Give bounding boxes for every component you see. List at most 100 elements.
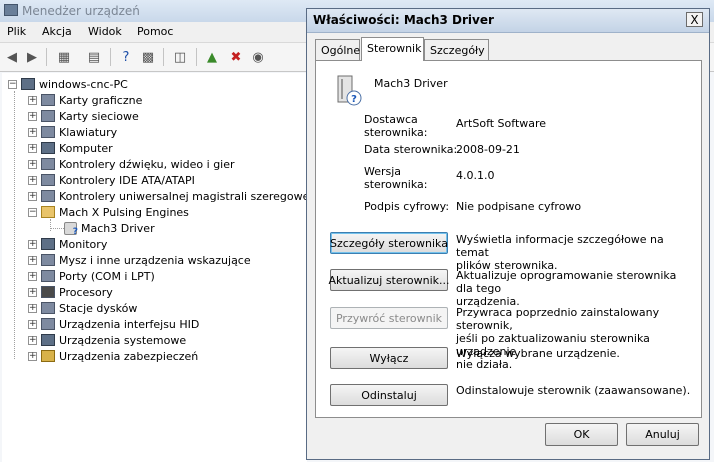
- action-pane-icon[interactable]: ▩: [140, 49, 156, 65]
- scan-hardware-icon[interactable]: ◫: [172, 49, 188, 65]
- keyboard-icon: [41, 126, 55, 138]
- tree-item-label: Porty (COM i LPT): [59, 269, 155, 283]
- disable-device-description: Wyłącza wybrane urządzenie.: [456, 347, 691, 360]
- tab-ogolne[interactable]: Ogólne: [315, 39, 360, 60]
- collapse-toggle[interactable]: −: [8, 79, 17, 89]
- expand-toggle[interactable]: +: [28, 95, 37, 105]
- expand-toggle[interactable]: +: [28, 111, 37, 121]
- tree-item-procesory[interactable]: + Procesory: [28, 284, 113, 300]
- tree-item-kontrolery-dzwieku[interactable]: + Kontrolery dźwięku, wideo i gier: [28, 156, 235, 172]
- menu-pomoc[interactable]: Pomoc: [137, 25, 173, 38]
- version-value: 4.0.1.0: [456, 169, 495, 182]
- unknown-device-icon: ?: [337, 75, 362, 106]
- expand-toggle[interactable]: +: [28, 175, 37, 185]
- tree-item-label: Urządzenia systemowe: [59, 333, 187, 347]
- toolbar-separator: [110, 48, 111, 66]
- tree-root-label: windows-cnc-PC: [39, 77, 128, 91]
- tree-item-label: Procesory: [59, 285, 113, 299]
- properties-dialog: Właściwości: Mach3 Driver X Ogólne Stero…: [306, 8, 710, 460]
- tree-item-label: Mach X Pulsing Engines: [59, 205, 189, 219]
- tree-item-label: Mysz i inne urządzenia wskazujące: [59, 253, 251, 267]
- expand-toggle[interactable]: +: [28, 191, 37, 201]
- tree-item-kontrolery-usb[interactable]: + Kontrolery uniwersalnej magistrali sze…: [28, 188, 312, 204]
- device-name: Mach3 Driver: [374, 77, 448, 90]
- hid-icon: [41, 318, 55, 330]
- tree-item-mach-x-pulsing-engines[interactable]: − Mach X Pulsing Engines: [28, 204, 189, 220]
- network-adapter-icon: [41, 110, 55, 122]
- expand-toggle[interactable]: +: [28, 255, 37, 265]
- expand-toggle[interactable]: +: [28, 287, 37, 297]
- tree-item-kontrolery-ide[interactable]: + Kontrolery IDE ATA/ATAPI: [28, 172, 195, 188]
- description-line: Odinstalowuje sterownik (zaawansowane).: [456, 384, 691, 397]
- dialog-title-bar[interactable]: Właściwości: Mach3 Driver X: [307, 9, 709, 33]
- properties-icon[interactable]: ▤: [86, 49, 102, 65]
- tree-item-label: Komputer: [59, 141, 113, 155]
- signer-label: Podpis cyfrowy:: [364, 200, 450, 213]
- tree-root[interactable]: − windows-cnc-PC: [8, 76, 128, 92]
- expand-toggle[interactable]: +: [28, 143, 37, 153]
- version-label-line1: Wersja: [364, 165, 402, 178]
- expand-toggle[interactable]: +: [28, 319, 37, 329]
- disable-device-button[interactable]: Wyłącz: [330, 347, 448, 369]
- expand-toggle[interactable]: +: [28, 351, 37, 361]
- menu-widok[interactable]: Widok: [88, 25, 122, 38]
- forward-arrow-icon[interactable]: ▶: [24, 49, 40, 65]
- tree-item-label: Kontrolery dźwięku, wideo i gier: [59, 157, 235, 171]
- tree-item-karty-sieciowe[interactable]: + Karty sieciowe: [28, 108, 139, 124]
- expand-toggle[interactable]: +: [28, 335, 37, 345]
- tab-szczegoly[interactable]: Szczegóły: [424, 39, 489, 60]
- expand-toggle[interactable]: +: [28, 159, 37, 169]
- expand-toggle[interactable]: +: [28, 303, 37, 313]
- tree-item-monitory[interactable]: + Monitory: [28, 236, 107, 252]
- menu-plik[interactable]: Plik: [7, 25, 26, 38]
- unknown-device-icon: [64, 221, 78, 237]
- tree-item-porty[interactable]: + Porty (COM i LPT): [28, 268, 155, 284]
- device-tree: − windows-cnc-PC + Karty graficzne + Kar…: [2, 73, 312, 462]
- help-icon[interactable]: ?: [118, 49, 134, 65]
- driver-tab-panel: ? Mach3 Driver Dostawca sterownika: ArtS…: [315, 60, 702, 418]
- tree-item-hid[interactable]: + Urządzenia interfejsu HID: [28, 316, 199, 332]
- close-button[interactable]: X: [686, 12, 703, 27]
- toolbar-separator: [163, 48, 164, 66]
- rollback-driver-button[interactable]: Przywróć sterownik: [330, 307, 448, 329]
- expand-toggle[interactable]: +: [28, 239, 37, 249]
- provider-label-line1: Dostawca: [364, 113, 418, 126]
- tree-item-urzadzenia-zabezpieczen[interactable]: + Urządzenia zabezpieczeń: [28, 348, 198, 364]
- expand-toggle[interactable]: +: [28, 127, 37, 137]
- disk-icon: [41, 302, 55, 314]
- collapse-toggle[interactable]: −: [28, 207, 37, 217]
- signer-value: Nie podpisane cyfrowo: [456, 200, 582, 213]
- uninstall-button[interactable]: Odinstaluj: [330, 384, 448, 406]
- tree-item-label: Urządzenia interfejsu HID: [59, 317, 200, 331]
- back-arrow-icon[interactable]: ◀: [4, 49, 20, 65]
- tree-item-label: Mach3 Driver: [81, 221, 155, 235]
- toolbar-separator: [196, 48, 197, 66]
- driver-details-button[interactable]: Szczegóły sterownika: [330, 232, 448, 254]
- tree-item-label: Karty graficzne: [59, 93, 143, 107]
- ok-button[interactable]: OK: [545, 423, 618, 446]
- tree-item-mach3-driver[interactable]: Mach3 Driver: [64, 220, 155, 237]
- display-adapter-icon: [41, 94, 55, 106]
- expand-toggle[interactable]: +: [28, 271, 37, 281]
- usb-icon: [41, 190, 55, 202]
- tree-item-karty-graficzne[interactable]: + Karty graficzne: [28, 92, 142, 108]
- svg-text:?: ?: [351, 94, 357, 105]
- disable-device-icon[interactable]: ◉: [250, 49, 266, 65]
- show-hide-tree-icon[interactable]: ▦: [56, 49, 72, 65]
- uninstall-description: Odinstalowuje sterownik (zaawansowane).: [456, 384, 691, 397]
- tree-item-klawiatury[interactable]: + Klawiatury: [28, 124, 117, 140]
- tree-item-stacje-dyskow[interactable]: + Stacje dysków: [28, 300, 137, 316]
- menu-akcja[interactable]: Akcja: [42, 25, 72, 38]
- gear-icon: [41, 206, 55, 218]
- tree-item-urzadzenia-systemowe[interactable]: + Urządzenia systemowe: [28, 332, 186, 348]
- tab-sterownik[interactable]: Sterownik: [361, 37, 424, 61]
- provider-label-line2: sterownika:: [364, 126, 428, 139]
- tree-item-komputer[interactable]: + Komputer: [28, 140, 113, 156]
- tree-item-mysz[interactable]: + Mysz i inne urządzenia wskazujące: [28, 252, 251, 268]
- update-driver-icon[interactable]: ▲: [204, 49, 220, 65]
- cancel-button[interactable]: Anuluj: [626, 423, 699, 446]
- tree-item-label: Kontrolery IDE ATA/ATAPI: [59, 173, 195, 187]
- uninstall-icon[interactable]: ✖: [228, 49, 244, 65]
- rollback-driver-description: Przywraca poprzednio zainstalowany stero…: [456, 306, 691, 371]
- update-driver-button[interactable]: Aktualizuj sterownik...: [328, 269, 450, 291]
